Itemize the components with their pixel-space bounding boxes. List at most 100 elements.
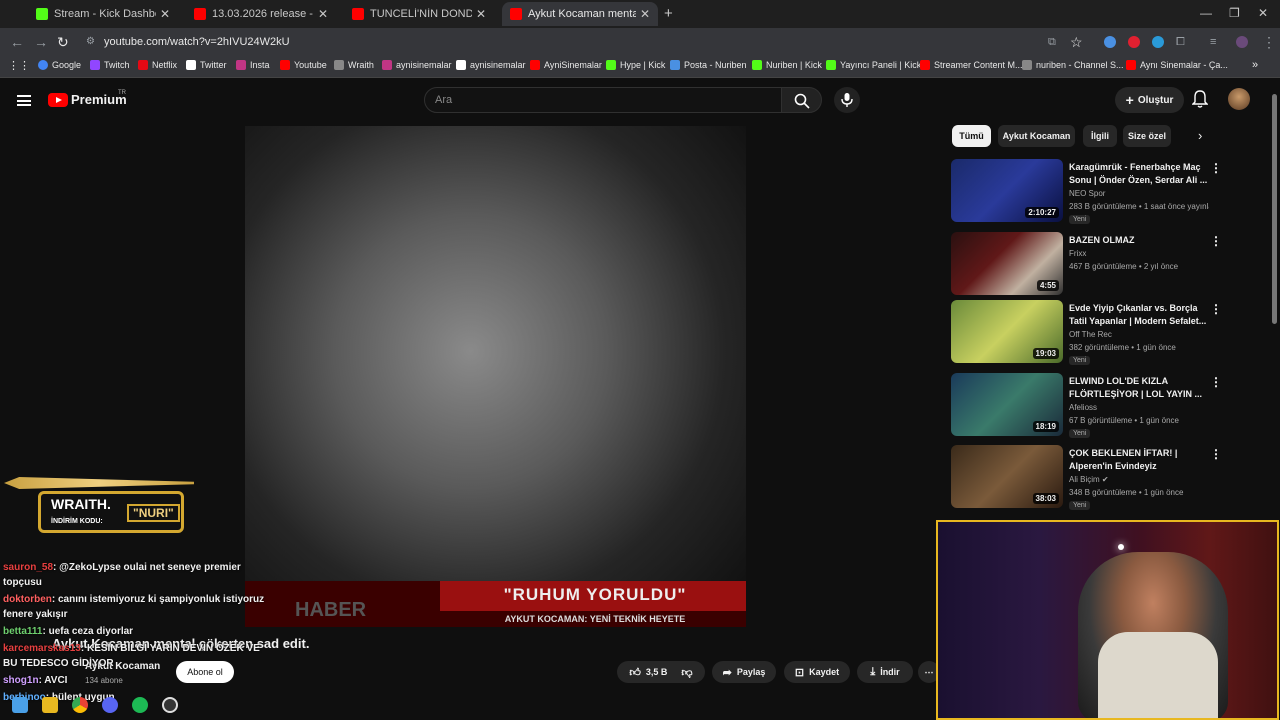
voice-search-button[interactable] <box>834 87 860 113</box>
more-vert-icon[interactable]: ⋮ <box>1210 302 1222 316</box>
bookmark-star-icon[interactable]: ☆ <box>1070 34 1083 51</box>
recommendation-channel[interactable]: Frixx <box>1069 249 1086 258</box>
twitch-icon <box>90 60 100 70</box>
more-vert-icon[interactable]: ⋮ <box>1210 161 1222 175</box>
bookmark-twitter[interactable]: Twitter <box>186 60 227 70</box>
recommendation-title[interactable]: Karagümrük - Fenerbahçe Maç Sonu | Önder… <box>1069 161 1209 187</box>
extensions-puzzle-icon[interactable]: ⧠ <box>1176 36 1185 49</box>
video-thumbnail[interactable]: 18:19 <box>951 373 1063 436</box>
stream-chat-overlay: sauron_58: @ZekoLypse oulai net seneye p… <box>3 560 273 707</box>
recommendation-channel[interactable]: Ali Biçim ✔ <box>1069 475 1109 484</box>
mic-icon <box>841 93 853 107</box>
recommendation-card[interactable]: 18:19 ELWIND LOL'DE KIZLA FLÖRTLEŞİYOR |… <box>951 373 1271 438</box>
tab-kick-dashboard[interactable]: Stream - Kick Dashboard ✕ <box>28 2 178 26</box>
mail-icon <box>670 60 680 70</box>
chip-aykut-kocaman[interactable]: Aykut Kocaman <box>998 125 1075 147</box>
apps-icon[interactable]: ⋮⋮ <box>8 59 30 72</box>
recommendation-title[interactable]: BAZEN OLMAZ <box>1069 234 1209 247</box>
recommendation-card[interactable]: 38:03 ÇOK BEKLENEN İFTAR! | Alperen'in E… <box>951 445 1271 510</box>
install-icon[interactable]: ⧉ <box>1048 36 1056 49</box>
more-vert-icon[interactable]: ⋮ <box>1210 375 1222 389</box>
chip-related[interactable]: İlgili <box>1083 125 1117 147</box>
create-button[interactable]: + Oluştur <box>1115 87 1184 113</box>
chip-all[interactable]: Tümü <box>952 125 991 147</box>
file-explorer-icon[interactable] <box>42 697 58 713</box>
page-scrollbar[interactable] <box>1272 94 1277 324</box>
bookmark-aynisinemalar-x[interactable]: aynisinemalar <box>456 60 526 70</box>
bookmark-twitch[interactable]: Twitch <box>90 60 130 70</box>
close-tab-icon[interactable]: ✕ <box>160 7 170 21</box>
back-icon[interactable]: ← <box>10 34 24 50</box>
dislike-button[interactable]: 👎︎ <box>681 666 692 679</box>
tab-tunceli[interactable]: TUNCELİ'NİN DONDURUCU SO ✕ <box>344 2 494 26</box>
account-avatar[interactable] <box>1228 88 1250 110</box>
recommendation-title[interactable]: ÇOK BEKLENEN İFTAR! | Alperen'in Evindey… <box>1069 447 1209 473</box>
bookmark-streamer-content[interactable]: Streamer Content M... <box>920 60 1023 70</box>
bookmark-hype-kick[interactable]: Hype | Kick <box>606 60 665 70</box>
recommendation-channel[interactable]: NEO Spor <box>1069 189 1105 198</box>
maximize-icon[interactable]: ❐ <box>1229 6 1240 20</box>
forward-icon[interactable]: → <box>34 34 48 50</box>
recommendation-channel[interactable]: Afelioss <box>1069 403 1097 412</box>
save-button[interactable]: ⊡ Kaydet <box>784 661 850 683</box>
search-button[interactable] <box>781 87 822 113</box>
hamburger-menu-icon[interactable] <box>17 95 31 106</box>
chip-for-you[interactable]: Size özel <box>1123 125 1171 147</box>
reload-icon[interactable]: ↻ <box>57 34 69 51</box>
windows-start-icon[interactable] <box>12 697 28 713</box>
notifications-bell-icon[interactable] <box>1192 90 1208 108</box>
media-icon[interactable]: ≡ <box>1210 36 1216 48</box>
bookmark-youtube[interactable]: Youtube <box>280 60 327 70</box>
bookmark-nuriben-kick[interactable]: Nuriben | Kick <box>752 60 822 70</box>
video-player[interactable]: HABER "RUHUM YORULDU" AYKUT KOCAMAN: YEN… <box>245 126 746 627</box>
download-button[interactable]: ⤓ İndir <box>857 661 913 683</box>
recommendation-title[interactable]: Evde Yiyip Çıkanlar vs. Borçla Tatil Yap… <box>1069 302 1209 328</box>
more-vert-icon[interactable]: ⋮ <box>1210 447 1222 461</box>
bookmark-netflix[interactable]: Netflix <box>138 60 177 70</box>
obs-icon[interactable] <box>162 697 178 713</box>
recommendation-title[interactable]: ELWIND LOL'DE KIZLA FLÖRTLEŞİYOR | LOL Y… <box>1069 375 1209 401</box>
bookmark-insta[interactable]: Insta <box>236 60 270 70</box>
chevron-right-icon[interactable]: › <box>1198 128 1202 143</box>
bookmark-nuriben-channel[interactable]: nuriben - Channel S... <box>1022 60 1124 70</box>
bookmark-wraith[interactable]: Wraith <box>334 60 374 70</box>
youtube-premium-logo[interactable]: Premium TR <box>48 90 127 107</box>
like-button[interactable]: 👍︎ 3,5 B <box>629 666 667 679</box>
discord-icon[interactable] <box>102 697 118 713</box>
share-button[interactable]: ➦ Paylaş <box>712 661 776 683</box>
extension-icon[interactable] <box>1128 36 1140 48</box>
video-thumbnail[interactable]: 2:10:27 <box>951 159 1063 222</box>
recommendation-channel[interactable]: Off The Rec <box>1069 330 1112 339</box>
video-thumbnail[interactable]: 19:03 <box>951 300 1063 363</box>
recommendation-card[interactable]: 4:55 BAZEN OLMAZ Frixx 467 B görüntüleme… <box>951 232 1271 297</box>
recommendation-card[interactable]: 2:10:27 Karagümrük - Fenerbahçe Maç Sonu… <box>951 159 1271 224</box>
profile-icon[interactable] <box>1236 36 1248 48</box>
tab-youtube-release[interactable]: 13.03.2026 release - YouTube ✕ <box>186 2 336 26</box>
more-vert-icon[interactable]: ⋮ <box>1210 234 1222 248</box>
spotify-icon[interactable] <box>132 697 148 713</box>
new-tab-button[interactable]: + <box>664 5 673 22</box>
close-window-icon[interactable]: ✕ <box>1258 6 1268 20</box>
bookmark-aynisinemalar-insta[interactable]: aynisinemalar <box>382 60 452 70</box>
bookmark-yayinci-paneli[interactable]: Yayıncı Paneli | Kick <box>826 60 921 70</box>
close-tab-icon[interactable]: ✕ <box>476 7 486 21</box>
extension-icon[interactable] <box>1104 36 1116 48</box>
bookmark-aynisinemalar-yt[interactable]: AyniSinemalar <box>530 60 602 70</box>
minimize-icon[interactable]: — <box>1200 6 1212 20</box>
chrome-icon[interactable] <box>72 697 88 713</box>
recommendation-card[interactable]: 19:03 Evde Yiyip Çıkanlar vs. Borçla Tat… <box>951 300 1271 365</box>
tab-aykut-kocaman[interactable]: Aykut Kocaman mental çökerten ✕ <box>502 2 658 26</box>
close-tab-icon[interactable]: ✕ <box>640 7 650 21</box>
search-input[interactable]: Ara <box>424 87 782 113</box>
more-bookmarks-icon[interactable]: » <box>1252 59 1258 71</box>
extension-icon[interactable] <box>1152 36 1164 48</box>
site-info-icon[interactable]: ⚙ <box>86 36 95 47</box>
bookmark-posta[interactable]: Posta - Nuriben <box>670 60 747 70</box>
bookmark-ayni-sinemalar[interactable]: Aynı Sinemalar - Ça... <box>1126 60 1228 70</box>
video-thumbnail[interactable]: 38:03 <box>951 445 1063 508</box>
chrome-menu-icon[interactable]: ⋮ <box>1262 34 1276 51</box>
bookmark-google[interactable]: Google <box>38 60 81 70</box>
url-field[interactable]: youtube.com/watch?v=2hIVU24W2kU <box>104 36 290 48</box>
close-tab-icon[interactable]: ✕ <box>318 7 328 21</box>
video-thumbnail[interactable]: 4:55 <box>951 232 1063 295</box>
